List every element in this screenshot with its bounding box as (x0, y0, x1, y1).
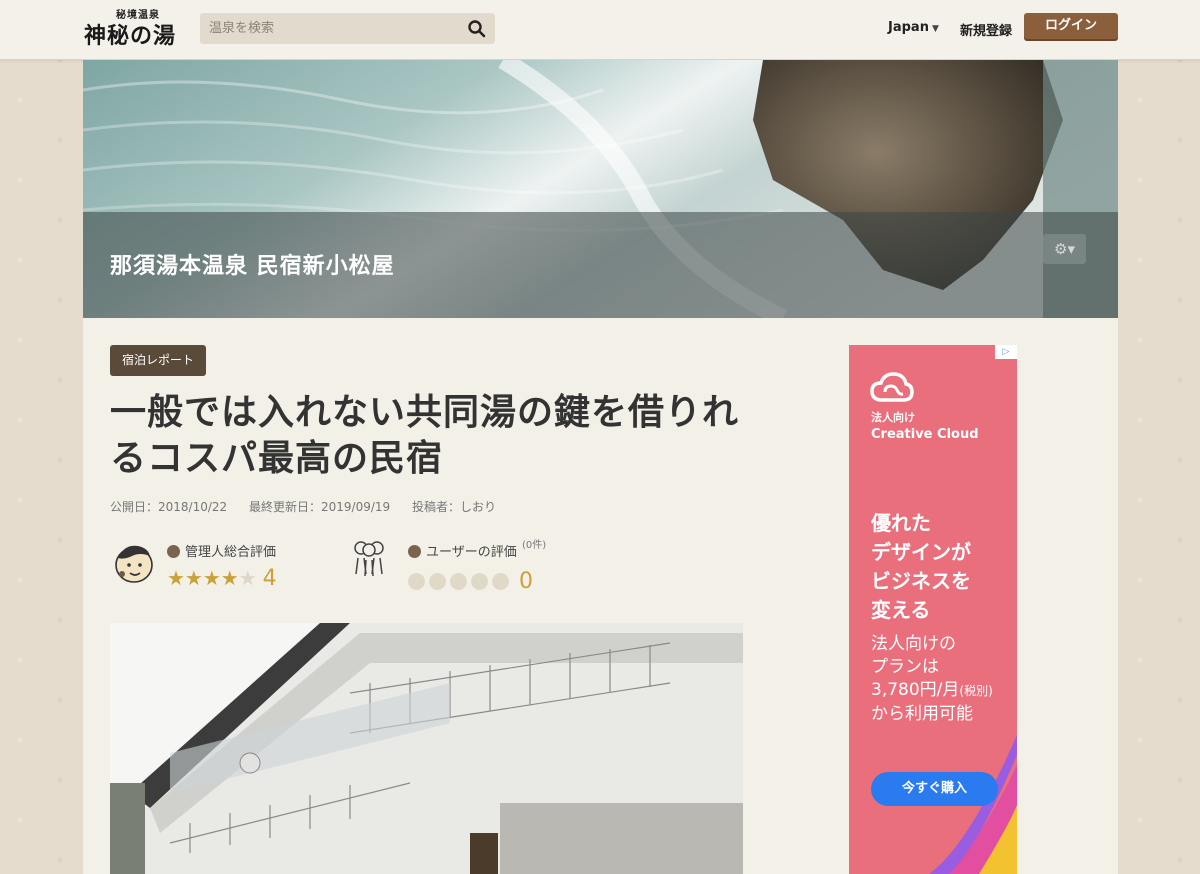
user-rating-label: ユーザーの評価 (408, 541, 517, 560)
search-icon[interactable] (467, 19, 487, 39)
ad-body-text: 法人向けの プランは 3,780円/月(税別) から利用可能 (871, 634, 993, 724)
language-label: Japan (888, 20, 929, 35)
hero-title: 那須湯本温泉 民宿新小松屋 (110, 254, 395, 279)
article-meta: 公開日：2018/10/22 最終更新日：2019/09/19 投稿者：しおり (110, 498, 514, 515)
rating-circle (408, 573, 425, 590)
category-tag[interactable]: 宿泊レポート (110, 345, 207, 376)
badge-icon (167, 545, 180, 558)
logo-title: 神秘の湯 (84, 23, 177, 49)
author: 投稿者：しおり (412, 500, 497, 514)
admin-score: 4 (262, 566, 277, 591)
inn-building-image (110, 623, 743, 874)
users-icon (354, 541, 384, 577)
admin-mascot-icon (115, 545, 153, 583)
caret-down-icon: ▼ (931, 24, 939, 34)
creative-cloud-logo-icon (870, 372, 914, 402)
article-title: 一般では入れない共同湯の鍵を借りれるコスパ最高の民宿 (110, 392, 740, 479)
site-logo[interactable]: 秘境温泉 神秘の湯 (84, 6, 186, 50)
admin-rating-label: 管理人総合評価 (167, 541, 276, 560)
ad-brand-line2: Creative Cloud (871, 427, 979, 442)
user-score: 0 (519, 569, 533, 594)
updated-date: 最終更新日：2019/09/19 (249, 500, 391, 514)
admin-rating: 管理人総合評価 ★★★★★ 4 (110, 536, 330, 592)
search-input[interactable] (200, 13, 455, 44)
ad-banner[interactable]: ▷ 法人向け Creative Cloud 優れた デザインが ビジネスを 変え… (849, 345, 1017, 874)
gear-icon[interactable]: ⚙▾ (1043, 234, 1086, 264)
admin-stars: ★★★★★ 4 (167, 566, 277, 591)
ad-headline: 優れた デザインが ビジネスを 変える (871, 511, 971, 622)
register-link[interactable]: 新規登録 (960, 20, 1012, 39)
rating-circle (450, 573, 467, 590)
login-button[interactable]: ログイン (1024, 13, 1118, 39)
main-content: 宿泊レポート 一般では入れない共同湯の鍵を借りれるコスパ最高の民宿 公開日：20… (83, 318, 1118, 874)
stars-empty: ★ (238, 566, 257, 590)
rating-circle (429, 573, 446, 590)
site-header: 秘境温泉 神秘の湯 Japan▼ 新規登録 ログイン (0, 0, 1200, 60)
badge-icon (408, 545, 421, 558)
user-rating-circles: 0 (408, 569, 533, 594)
published-date: 公開日：2018/10/22 (110, 500, 228, 514)
rating-circle (492, 573, 509, 590)
stars-filled: ★★★★ (167, 566, 239, 590)
user-rating: ユーザーの評価 (0件) 0 (351, 536, 591, 594)
ad-choices-icon[interactable]: ▷ (995, 345, 1017, 359)
article-photo (110, 623, 743, 874)
language-selector[interactable]: Japan ▼ (888, 20, 939, 35)
user-rating-count: (0件) (522, 540, 547, 551)
rating-circle (471, 573, 488, 590)
search-box (200, 13, 495, 44)
hero-banner: 那須湯本温泉 民宿新小松屋 ⚙▾ (83, 60, 1118, 318)
ad-buy-now-button[interactable]: 今すぐ購入 (871, 772, 998, 806)
ad-brand-line1: 法人向け (871, 411, 915, 424)
